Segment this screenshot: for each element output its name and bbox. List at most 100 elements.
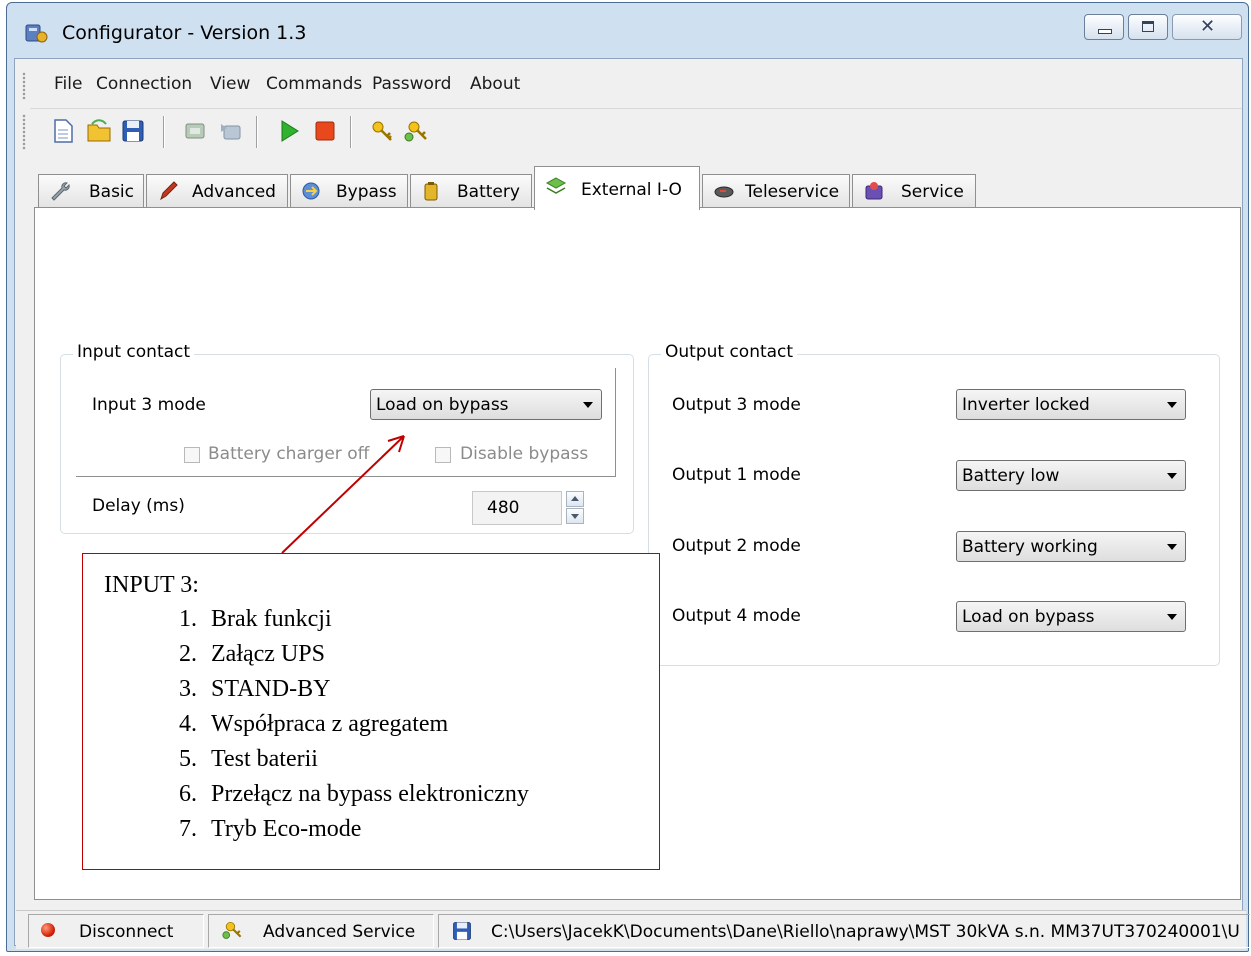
tab-advanced[interactable]: Advanced <box>146 174 288 208</box>
tab-basic[interactable]: Basic <box>38 174 144 208</box>
tab-label: Teleservice <box>745 182 840 202</box>
status-connection[interactable]: Disconnect <box>28 914 204 948</box>
stop-icon[interactable] <box>312 118 338 144</box>
stepper-down-button[interactable] <box>566 508 584 524</box>
callout-item: 2. Załącz UPS <box>179 641 325 667</box>
window-title: Configurator - Version 1.3 <box>62 22 307 44</box>
delay-value: 480 <box>487 498 520 518</box>
chevron-down-icon <box>1167 614 1177 620</box>
status-file-path: C:\Users\JacekK\Documents\Dane\Riello\na… <box>438 914 1250 948</box>
stepper-up-button[interactable] <box>566 491 584 507</box>
new-file-icon[interactable] <box>50 118 76 144</box>
group-title: Input contact <box>73 342 195 362</box>
maximize-icon <box>1142 21 1154 32</box>
annotation-callout: INPUT 3: 1. Brak funkcji 2. Załącz UPS 3. S… <box>82 553 660 870</box>
close-button[interactable]: ✕ <box>1172 14 1242 40</box>
status-mode: Advanced Service <box>208 914 434 948</box>
select-value: Load on bypass <box>376 395 509 415</box>
tab-external-io[interactable]: External I-O <box>534 166 700 210</box>
external-io-icon <box>545 177 567 194</box>
menu-commands[interactable]: Commands <box>266 74 362 94</box>
output4-mode-select[interactable]: Load on bypass <box>956 601 1186 632</box>
wrench-icon <box>51 182 70 201</box>
write-device-icon[interactable] <box>218 118 244 144</box>
save-icon[interactable] <box>120 118 146 144</box>
pen-icon <box>160 181 178 201</box>
status-file-path-text: C:\Users\JacekK\Documents\Dane\Riello\na… <box>491 922 1240 942</box>
tab-label: Service <box>901 182 964 202</box>
key-icon[interactable] <box>370 118 396 144</box>
delay-label: Delay (ms) <box>92 496 185 516</box>
tab-label: External I-O <box>581 180 682 200</box>
callout-item: 6. Przełącz na bypass elektroniczny <box>179 781 529 807</box>
chevron-down-icon <box>1167 544 1177 550</box>
toolbar-grip[interactable] <box>22 114 26 150</box>
menu-view[interactable]: View <box>210 74 250 94</box>
minimize-button[interactable] <box>1084 14 1124 40</box>
callout-item: 1. Brak funkcji <box>179 606 332 632</box>
input3-mode-select[interactable]: Load on bypass <box>370 389 602 420</box>
delay-stepper[interactable] <box>566 491 584 525</box>
advanced-key-icon <box>222 921 242 939</box>
output4-mode-label: Output 4 mode <box>672 606 801 626</box>
divider <box>76 476 616 477</box>
delay-input[interactable]: 480 <box>472 491 562 525</box>
menu-file[interactable]: File <box>54 74 82 94</box>
output2-mode-select[interactable]: Battery working <box>956 531 1186 562</box>
callout-title: INPUT 3: <box>104 572 199 598</box>
menu-password[interactable]: Password <box>372 74 451 94</box>
chevron-up-icon <box>571 496 579 501</box>
maximize-button[interactable] <box>1128 14 1168 40</box>
select-value: Inverter locked <box>962 395 1090 415</box>
chevron-down-icon <box>571 514 579 519</box>
disable-bypass-checkbox[interactable] <box>435 447 451 463</box>
read-device-icon[interactable] <box>182 118 208 144</box>
callout-item: 4. Współpraca z agregatem <box>179 711 449 737</box>
callout-item: 5. Test baterii <box>179 746 318 772</box>
menubar-grip[interactable] <box>22 72 26 100</box>
output2-mode-label: Output 2 mode <box>672 536 801 556</box>
select-value: Battery working <box>962 537 1098 557</box>
menu-about[interactable]: About <box>470 74 520 94</box>
tab-label: Battery <box>457 182 520 202</box>
tab-battery[interactable]: Battery <box>410 174 532 208</box>
output1-mode-select[interactable]: Battery low <box>956 460 1186 491</box>
save-icon <box>453 922 471 940</box>
chevron-down-icon <box>1167 473 1177 479</box>
bypass-icon <box>302 182 320 200</box>
battery-icon <box>424 182 438 201</box>
disconnected-icon <box>41 923 55 937</box>
tab-teleservice[interactable]: Teleservice <box>702 174 850 208</box>
app-icon <box>25 24 48 43</box>
input3-mode-label: Input 3 mode <box>92 395 206 415</box>
menu-connection[interactable]: Connection <box>96 74 192 94</box>
callout-item: 3. STAND-BY <box>179 676 331 702</box>
toolbar <box>30 108 1242 155</box>
select-value: Load on bypass <box>962 607 1095 627</box>
output1-mode-label: Output 1 mode <box>672 465 801 485</box>
output3-mode-label: Output 3 mode <box>672 395 801 415</box>
modem-icon <box>714 186 734 198</box>
toolbar-separator <box>163 116 165 148</box>
service-icon <box>865 182 883 200</box>
group-title: Output contact <box>661 342 798 362</box>
start-icon[interactable] <box>276 118 302 144</box>
chevron-down-icon <box>1167 402 1177 408</box>
battery-charger-off-checkbox[interactable] <box>184 447 200 463</box>
minimize-icon <box>1098 29 1112 34</box>
tab-bypass[interactable]: Bypass <box>290 174 408 208</box>
tab-service[interactable]: Service <box>852 174 976 208</box>
status-mode-text: Advanced Service <box>263 922 416 942</box>
chevron-down-icon <box>583 402 593 408</box>
close-icon: ✕ <box>1200 16 1216 37</box>
open-folder-icon[interactable] <box>86 118 112 144</box>
advanced-key-icon[interactable] <box>404 118 430 144</box>
status-connection-text: Disconnect <box>79 922 174 942</box>
disable-bypass-label: Disable bypass <box>460 444 589 464</box>
tab-label: Bypass <box>336 182 397 202</box>
toolbar-separator <box>350 116 352 148</box>
battery-charger-off-label: Battery charger off <box>208 444 370 464</box>
output3-mode-select[interactable]: Inverter locked <box>956 389 1186 420</box>
menu-bar: File Connection View Commands Password A… <box>22 66 1242 104</box>
select-value: Battery low <box>962 466 1060 486</box>
